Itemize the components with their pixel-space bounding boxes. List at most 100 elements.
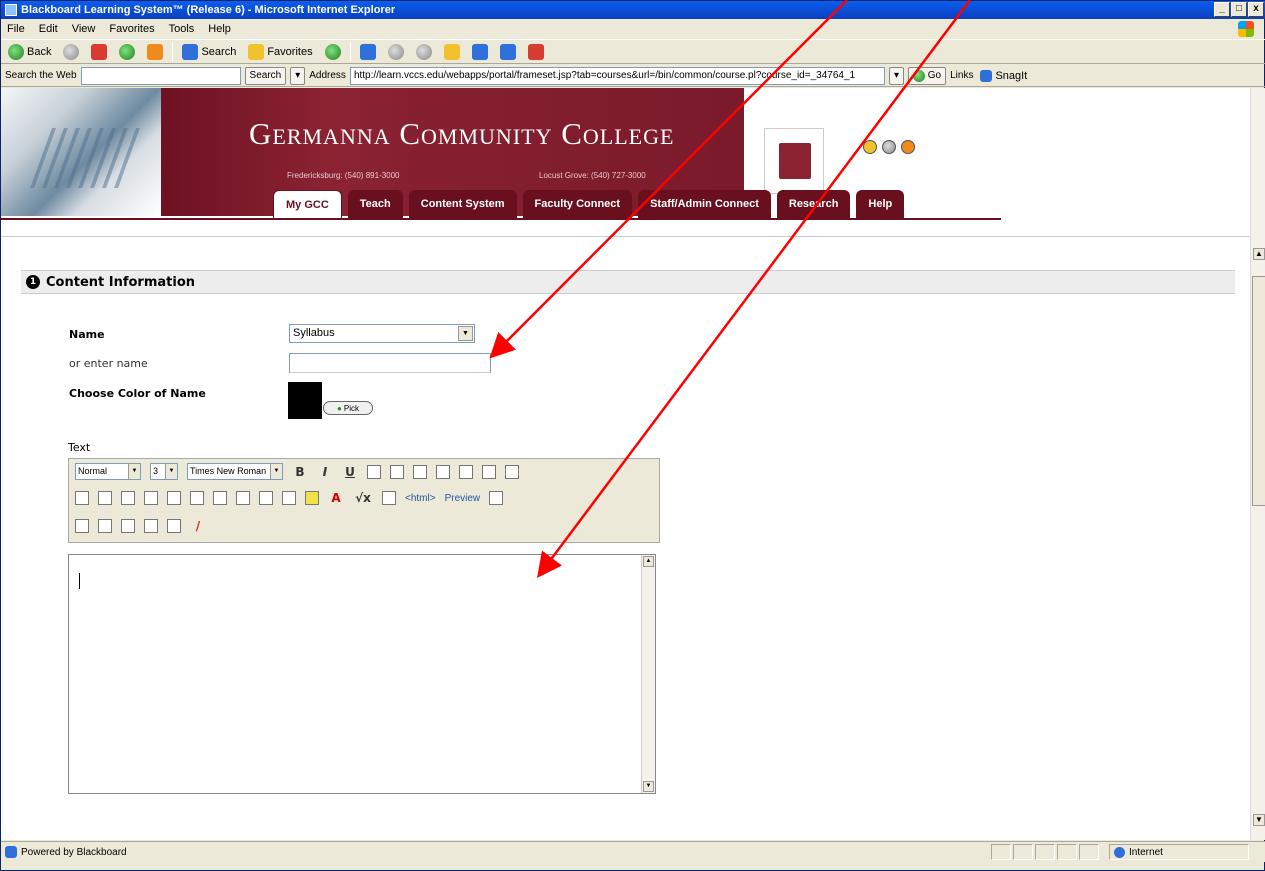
audio-icon[interactable] bbox=[121, 519, 135, 533]
bullet-list-icon[interactable] bbox=[459, 464, 473, 479]
url-field[interactable]: http://learn.vccs.edu/webapps/portal/fra… bbox=[349, 66, 885, 85]
favorites-button[interactable]: Favorites bbox=[245, 41, 315, 62]
scroll-down-icon[interactable]: ▼ bbox=[1253, 814, 1265, 826]
tab-content-system[interactable]: Content System bbox=[408, 190, 517, 218]
link-icon[interactable] bbox=[236, 491, 250, 505]
scroll-down-icon[interactable]: ▼ bbox=[643, 781, 654, 792]
name-input[interactable] bbox=[289, 353, 491, 373]
search-button[interactable]: Search bbox=[179, 41, 239, 62]
print-button[interactable] bbox=[385, 41, 407, 62]
menu-tools[interactable]: Tools bbox=[169, 23, 195, 35]
multimedia-icon[interactable] bbox=[167, 519, 181, 533]
ie-window: Blackboard Learning System™ (Release 6) … bbox=[0, 0, 1265, 871]
forward-button[interactable] bbox=[60, 41, 82, 62]
folder-icon bbox=[443, 43, 460, 60]
close-button[interactable]: x bbox=[1248, 2, 1264, 17]
pick-color-button[interactable]: ● Pick bbox=[323, 401, 373, 415]
refresh-button[interactable] bbox=[116, 41, 138, 62]
format-select[interactable]: Normal ▼ bbox=[75, 463, 141, 480]
messenger-button[interactable] bbox=[497, 41, 519, 62]
copy-icon[interactable] bbox=[144, 491, 158, 505]
preview-button[interactable]: Preview bbox=[445, 493, 481, 504]
align-right-icon[interactable] bbox=[413, 464, 427, 479]
scroll-up-icon[interactable]: ▲ bbox=[643, 556, 654, 567]
cut-icon[interactable] bbox=[121, 491, 135, 505]
back-arrow-icon bbox=[8, 43, 24, 60]
tab-research[interactable]: Research bbox=[776, 190, 851, 218]
back-button[interactable]: Back bbox=[5, 41, 54, 62]
text-color-icon[interactable]: A bbox=[328, 491, 344, 505]
attach-file-icon[interactable] bbox=[75, 519, 89, 533]
bold-button[interactable]: B bbox=[292, 465, 308, 479]
divider bbox=[1, 236, 1250, 237]
tab-faculty-connect[interactable]: Faculty Connect bbox=[522, 190, 633, 218]
folder-button[interactable] bbox=[441, 41, 463, 62]
indent-icon[interactable] bbox=[505, 464, 519, 479]
scroll-thumb[interactable] bbox=[1252, 276, 1265, 506]
align-left-icon[interactable] bbox=[367, 464, 381, 479]
paste-icon[interactable] bbox=[167, 491, 181, 505]
url-dropdown[interactable]: ▾ bbox=[888, 66, 904, 85]
edit-button[interactable] bbox=[413, 41, 435, 62]
menu-edit[interactable]: Edit bbox=[39, 23, 58, 35]
editor-scrollbar[interactable]: ▲ ▼ bbox=[641, 555, 655, 793]
line-icon[interactable] bbox=[282, 491, 296, 505]
history-button[interactable] bbox=[322, 41, 344, 62]
italic-button[interactable]: I bbox=[317, 465, 333, 479]
search-web-input[interactable] bbox=[80, 66, 241, 85]
new-document-icon[interactable] bbox=[75, 491, 89, 505]
name-label: Name bbox=[69, 328, 105, 341]
media-icon bbox=[527, 43, 544, 60]
align-center-icon[interactable] bbox=[390, 464, 404, 479]
menu-help[interactable]: Help bbox=[208, 23, 231, 35]
html-button[interactable]: <html> bbox=[405, 493, 436, 504]
home-icon[interactable] bbox=[863, 140, 877, 154]
snagit-button[interactable]: SnagIt bbox=[977, 65, 1030, 86]
logout-icon[interactable] bbox=[901, 140, 915, 154]
numbered-list-icon[interactable] bbox=[436, 464, 450, 479]
tab-teach[interactable]: Teach bbox=[347, 190, 403, 218]
text-editor-area[interactable]: ▲ ▼ bbox=[68, 554, 656, 794]
tab-help[interactable]: Help bbox=[856, 190, 905, 218]
image-icon[interactable] bbox=[98, 519, 112, 533]
pencil-icon[interactable]: / bbox=[190, 519, 206, 533]
search-web-button[interactable]: Search bbox=[244, 66, 287, 85]
help-icon[interactable] bbox=[882, 140, 896, 154]
size-select[interactable]: 3 ▼ bbox=[150, 463, 178, 480]
toolbar-separator bbox=[172, 42, 174, 61]
go-button[interactable]: Go bbox=[907, 66, 947, 85]
menu-file[interactable]: File bbox=[7, 23, 25, 35]
mail-button[interactable] bbox=[357, 41, 379, 62]
scroll-up-icon[interactable]: ▲ bbox=[1253, 248, 1265, 260]
links-label[interactable]: Links bbox=[950, 70, 973, 81]
undo-icon[interactable] bbox=[190, 491, 204, 505]
address-label: Address bbox=[309, 70, 346, 81]
windows-logo-icon bbox=[1238, 21, 1254, 37]
page-scrollbar[interactable]: ▲ ▼ bbox=[1250, 88, 1265, 840]
research-button[interactable] bbox=[469, 41, 491, 62]
help-icon[interactable] bbox=[489, 491, 504, 505]
table-icon[interactable] bbox=[259, 491, 273, 505]
name-select[interactable]: Syllabus ▼ bbox=[289, 324, 475, 343]
font-select[interactable]: Times New Roman ▼ bbox=[187, 463, 283, 480]
stop-button[interactable] bbox=[88, 41, 110, 62]
home-button[interactable] bbox=[144, 41, 166, 62]
menu-view[interactable]: View bbox=[72, 23, 96, 35]
minimize-button[interactable]: _ bbox=[1214, 2, 1230, 17]
outdent-icon[interactable] bbox=[482, 464, 496, 479]
media-button[interactable] bbox=[525, 41, 547, 62]
search-options-dropdown[interactable]: ▾ bbox=[290, 66, 306, 85]
document-icon[interactable] bbox=[144, 519, 158, 533]
menu-favorites[interactable]: Favorites bbox=[109, 23, 154, 35]
spellcheck-icon[interactable] bbox=[98, 491, 112, 505]
source-icon[interactable] bbox=[382, 491, 396, 505]
underline-button[interactable]: U bbox=[342, 465, 358, 479]
maximize-button[interactable]: □ bbox=[1231, 2, 1247, 17]
equation-icon[interactable]: √x bbox=[353, 491, 373, 505]
highlight-icon[interactable] bbox=[305, 491, 319, 505]
redo-icon[interactable] bbox=[213, 491, 227, 505]
tab-my-gcc[interactable]: My GCC bbox=[273, 190, 342, 218]
tab-staff-admin-connect[interactable]: Staff/Admin Connect bbox=[638, 190, 771, 218]
refresh-icon bbox=[119, 43, 136, 60]
banner-photo bbox=[1, 88, 161, 216]
